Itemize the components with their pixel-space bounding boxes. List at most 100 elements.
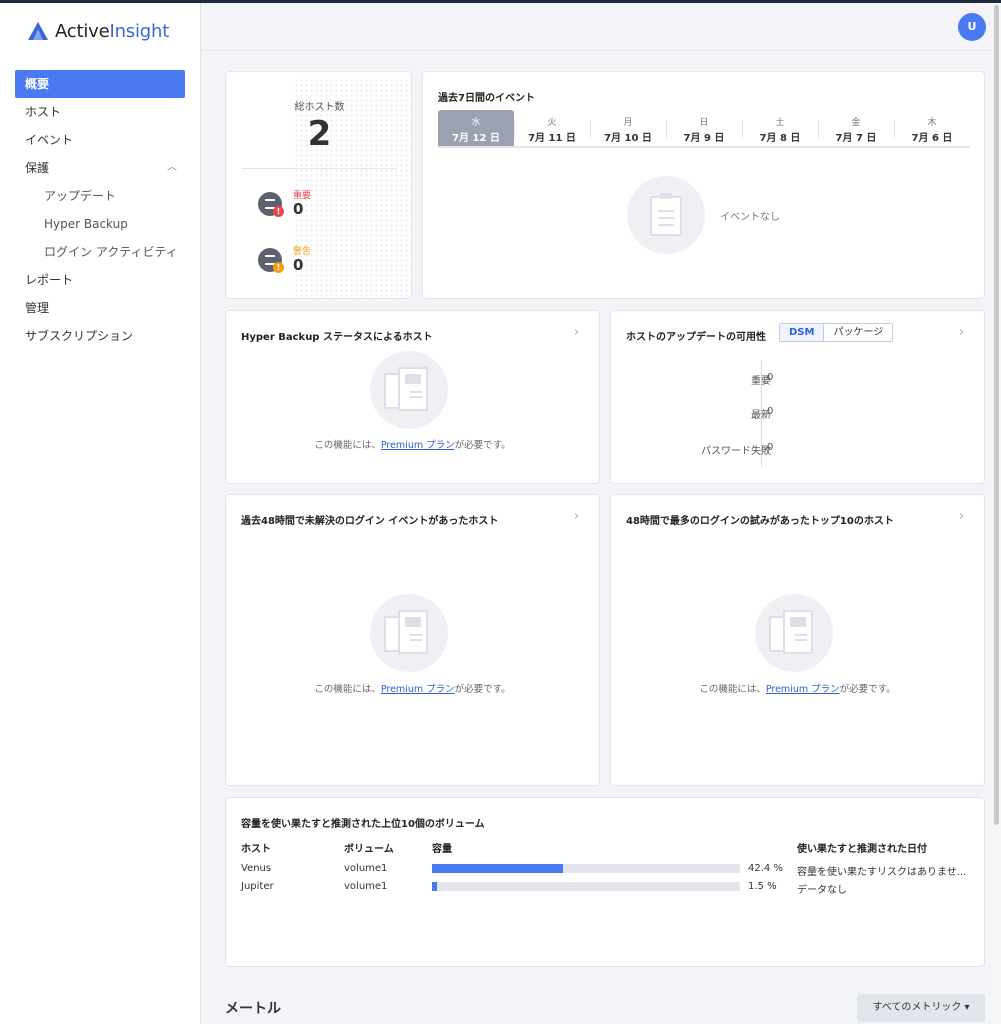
tab-packages[interactable]: パッケージ [824, 324, 892, 341]
row-exhaust-date: データなし [797, 885, 847, 896]
sidebar-item-login-activity[interactable]: ログイン アクティビティ [15, 238, 185, 266]
row-volume: volume1 [344, 881, 388, 892]
day-of-week: 月 [623, 118, 633, 128]
day-tabs: 水 7月 12 日 火 7月 11 日 月 7月 10 日 日 7月 9 日 土 7月 8… [438, 110, 970, 148]
day-of-week: 火 [547, 118, 557, 128]
sidebar: ActiveInsight 概要 ホスト イベント 保護 ︿ アップデート Hyp… [0, 3, 201, 1024]
unresolved-login-card: 過去48時間で未解決のログイン イベントがあったホスト › この機能には、Pre… [225, 494, 600, 786]
day-of-week: 木 [927, 118, 937, 128]
total-hosts-card: 総ホスト数 2 ! 重要 0 ! 警告 0 [225, 71, 412, 299]
row-host: Venus [241, 863, 272, 874]
day-date: 7月 11 日 [528, 133, 576, 144]
empty-clipboard-icon [627, 176, 705, 254]
hyper-backup-card: Hyper Backup ステータスによるホスト › この機能には、Premiu… [225, 310, 600, 484]
unresolved-login-title: 過去48時間で未解決のログイン イベントがあったホスト [241, 516, 499, 527]
capacity-bar-fill [432, 864, 563, 873]
update-row-value: 0 [767, 406, 774, 417]
scrollbar[interactable] [992, 3, 1001, 1024]
hyper-backup-title: Hyper Backup ステータスによるホスト [241, 332, 433, 343]
day-date: 7月 7 日 [835, 133, 877, 144]
logo[interactable]: ActiveInsight [27, 17, 169, 45]
column-header-host: ホスト [241, 844, 271, 855]
critical-count: 0 [293, 200, 304, 218]
warning-count: 0 [293, 256, 304, 274]
critical-alert-icon: ! [273, 206, 284, 217]
update-row-value: 0 [767, 372, 774, 383]
update-row[interactable]: 最新 0 [631, 406, 931, 422]
header [201, 3, 992, 51]
capacity-bar [432, 882, 740, 891]
premium-plan-link[interactable]: Premium プラン [766, 684, 840, 695]
sidebar-item-protection[interactable]: 保護 ︿ [15, 154, 185, 182]
activeinsight-logo-icon [28, 22, 48, 40]
scrollbar-thumb[interactable] [994, 5, 999, 825]
row-volume: volume1 [344, 863, 388, 874]
premium-notice: この機能には、Premium プランが必要です。 [699, 684, 896, 695]
premium-placeholder-icon [370, 594, 448, 672]
day-of-week: 日 [699, 118, 709, 128]
day-date: 7月 9 日 [683, 133, 725, 144]
all-metrics-dropdown[interactable]: すべてのメトリック ▾ [857, 994, 985, 1022]
premium-notice: この機能には、Premium プランが必要です。 [314, 684, 511, 695]
day-date: 7月 10 日 [604, 133, 652, 144]
sidebar-nav: 概要 ホスト イベント 保護 ︿ アップデート Hyper Backup ログイン… [15, 70, 185, 350]
chevron-right-icon[interactable]: › [959, 509, 964, 524]
day-tab[interactable]: 日 7月 9 日 [666, 110, 742, 146]
volume-capacity-title: 容量を使い果たすと推測された上位10個のボリューム [241, 819, 485, 830]
premium-plan-link[interactable]: Premium プラン [381, 440, 455, 451]
day-tab[interactable]: 月 7月 10 日 [590, 110, 666, 146]
capacity-bar [432, 864, 740, 873]
update-row[interactable]: 重要 0 [631, 372, 931, 388]
update-row-value: 0 [767, 442, 774, 453]
sidebar-item-hyper-backup[interactable]: Hyper Backup [15, 210, 185, 238]
no-events-text: イベントなし [720, 212, 780, 223]
chevron-right-icon[interactable]: › [574, 509, 579, 524]
top10-login-card: 48時間で最多のログインの試みがあったトップ10のホスト › この機能には、Pr… [610, 494, 985, 786]
divider [242, 168, 397, 169]
sidebar-item-hosts[interactable]: ホスト [15, 98, 185, 126]
day-of-week: 金 [851, 118, 861, 128]
sidebar-item-reports[interactable]: レポート [15, 266, 185, 294]
sidebar-item-events[interactable]: イベント [15, 126, 185, 154]
day-tab[interactable]: 火 7月 11 日 [514, 110, 590, 146]
capacity-bar-fill [432, 882, 437, 891]
critical-stat[interactable]: ! 重要 0 [258, 188, 338, 218]
day-tab[interactable]: 木 7月 6 日 [894, 110, 970, 146]
row-host: Jupiter [241, 881, 274, 892]
day-tab[interactable]: 土 7月 8 日 [742, 110, 818, 146]
chevron-right-icon[interactable]: › [959, 325, 964, 340]
sidebar-item-protection-label: 保護 [25, 161, 50, 175]
volume-capacity-card: 容量を使い果たすと推測された上位10個のボリューム ホスト ボリューム 容量 使… [225, 797, 985, 967]
day-of-week: 水 [471, 118, 481, 128]
warning-stat[interactable]: ! 警告 0 [258, 244, 338, 274]
top10-login-title: 48時間で最多のログインの試みがあったトップ10のホスト [626, 516, 894, 527]
chevron-right-icon[interactable]: › [574, 325, 579, 340]
row-capacity-pct: 1.5 % [748, 881, 777, 892]
sidebar-item-subscription[interactable]: サブスクリプション [15, 322, 185, 350]
warning-alert-icon: ! [273, 262, 284, 273]
total-hosts-count[interactable]: 2 [226, 114, 411, 154]
day-tab[interactable]: 水 7月 12 日 [438, 110, 514, 146]
day-tab[interactable]: 金 7月 7 日 [818, 110, 894, 146]
user-avatar[interactable]: U [958, 13, 986, 41]
update-availability-title: ホストのアップデートの可用性 [626, 332, 766, 343]
tab-dsm[interactable]: DSM [780, 324, 825, 341]
sidebar-item-updates[interactable]: アップデート [15, 182, 185, 210]
metrics-section-title: メートル [225, 1001, 281, 1017]
update-row-label: パスワード失敗 [701, 446, 771, 457]
update-availability-card: ホストのアップデートの可用性 DSM パッケージ › 重要 0 最新 0 パスワード… [610, 310, 985, 484]
logo-text: ActiveInsight [55, 20, 170, 42]
total-hosts-label: 総ホスト数 [294, 102, 345, 113]
premium-placeholder-icon [755, 594, 833, 672]
column-header-capacity: 容量 [432, 844, 452, 855]
update-row[interactable]: パスワード失敗 0 [631, 442, 931, 458]
sidebar-item-overview[interactable]: 概要 [15, 70, 185, 98]
day-of-week: 土 [775, 118, 785, 128]
update-type-toggle: DSM パッケージ [779, 323, 894, 342]
events-7days-card: 過去7日間のイベント 水 7月 12 日 火 7月 11 日 月 7月 10 日 日 7… [422, 71, 985, 299]
row-exhaust-date: 容量を使い果たすリスクはありませ... [797, 867, 967, 878]
day-date: 7月 12 日 [452, 133, 500, 144]
premium-notice: この機能には、Premium プランが必要です。 [314, 440, 511, 451]
premium-plan-link[interactable]: Premium プラン [381, 684, 455, 695]
sidebar-item-manage[interactable]: 管理 [15, 294, 185, 322]
